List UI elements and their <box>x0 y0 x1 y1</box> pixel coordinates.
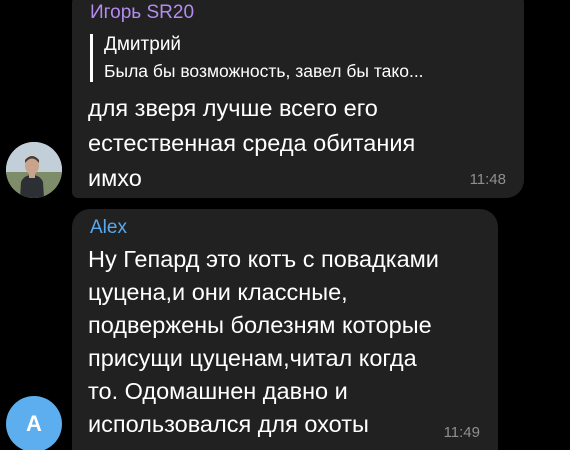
reply-author: Дмитрий <box>104 34 182 55</box>
avatar-letter: A <box>26 411 42 436</box>
message-bubble[interactable]: Alex Ну Гепард это котъ с повадками цуце… <box>72 209 498 450</box>
message-time: 11:48 <box>469 171 506 188</box>
avatar-photo-graphic <box>6 142 62 198</box>
reply-quote[interactable]: Дмитрий Была бы возможность, завел бы та… <box>90 34 508 82</box>
message-time: 11:49 <box>443 424 480 441</box>
chat-view: Игорь SR20 Дмитрий Была бы возможность, … <box>0 0 570 450</box>
sender-name[interactable]: Alex <box>90 217 127 239</box>
user-avatar-letter[interactable]: A <box>6 396 62 450</box>
message-text: для зверя лучше всего его естественная с… <box>88 95 416 191</box>
user-photo-icon[interactable] <box>6 142 62 198</box>
message-bubble[interactable]: Игорь SR20 Дмитрий Была бы возможность, … <box>72 0 524 198</box>
message-text: Ну Гепард это котъ с повадками цуцена,и … <box>88 246 439 437</box>
reply-text: Была бы возможность, завел бы тако... <box>104 61 424 81</box>
sender-name[interactable]: Игорь SR20 <box>90 2 194 24</box>
